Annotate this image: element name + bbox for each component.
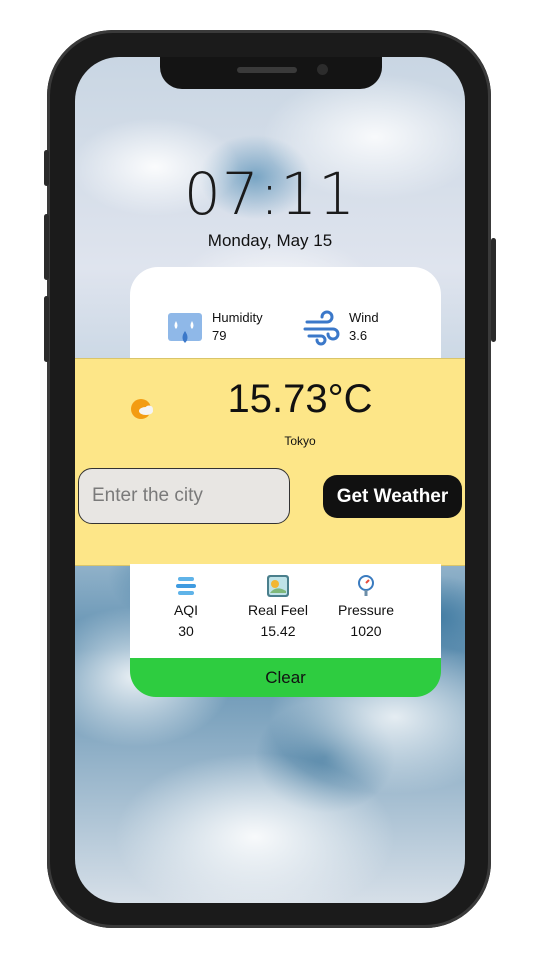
city-input[interactable] <box>78 468 290 524</box>
front-camera <box>317 64 328 75</box>
humidity-label: Humidity <box>212 310 263 325</box>
volume-down-button <box>44 296 49 362</box>
real-feel-icon <box>267 575 289 597</box>
real-feel-value: 15.42 <box>260 623 296 639</box>
get-weather-button[interactable]: Get Weather <box>323 475 462 518</box>
lockscreen-date: Monday, May 15 <box>207 231 333 250</box>
condition-bar: Clear <box>130 658 441 697</box>
city-name: Tokyo <box>284 434 316 448</box>
aqi-metric: AQI 30 <box>141 574 231 639</box>
humidity-icon <box>168 313 202 343</box>
wind-value: 3.6 <box>349 328 368 343</box>
partly-cloudy-icon <box>131 399 153 419</box>
speaker <box>237 67 297 73</box>
aqi-label: AQI <box>173 602 199 618</box>
aqi-value: 30 <box>178 623 194 639</box>
pressure-metric: Pressure 1020 <box>321 574 411 639</box>
wind-icon <box>303 310 340 346</box>
pressure-label: Pressure <box>337 602 395 618</box>
real-feel-label: Real Feel <box>248 602 308 618</box>
humidity-stat: Humidity 79 <box>166 309 263 347</box>
real-feel-metric: Real Feel 15.42 <box>233 574 323 639</box>
wind-label: Wind <box>349 310 379 325</box>
pressure-icon <box>358 575 374 596</box>
notch <box>160 57 382 89</box>
temperature-value: 15.73°C <box>227 377 373 421</box>
wind-stat: Wind 3.6 <box>303 309 379 347</box>
power-button <box>491 238 496 342</box>
pressure-value: 1020 <box>350 623 382 639</box>
lockscreen-time: 07:11 <box>183 160 357 228</box>
humidity-value: 79 <box>212 328 227 343</box>
aqi-icon <box>176 577 196 595</box>
